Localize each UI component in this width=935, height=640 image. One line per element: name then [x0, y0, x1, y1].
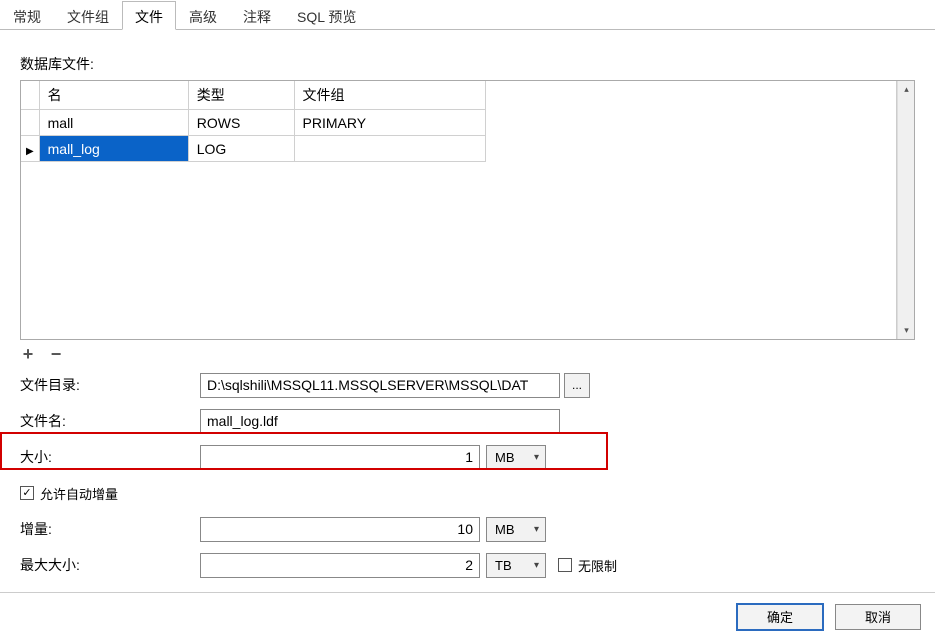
- chevron-down-icon: ▾: [534, 524, 539, 535]
- growth-unit-value: MB: [495, 522, 515, 537]
- tab-bar: 常规 文件组 文件 高级 注释 SQL 预览: [0, 0, 935, 30]
- row-indicator: ▶: [21, 136, 39, 162]
- growth-input[interactable]: [200, 517, 480, 542]
- cell-group[interactable]: [294, 136, 485, 162]
- add-remove-bar: + −: [20, 346, 915, 362]
- maxsize-unit-value: TB: [495, 558, 512, 573]
- grid-header-name[interactable]: 名: [39, 81, 188, 110]
- scroll-down-icon[interactable]: ▾: [898, 322, 915, 339]
- tab-comment[interactable]: 注释: [230, 1, 284, 30]
- table-row[interactable]: ▶ mall_log LOG: [21, 136, 486, 162]
- grid-header-group[interactable]: 文件组: [294, 81, 485, 110]
- add-file-button[interactable]: +: [20, 346, 36, 362]
- allow-autogrow-label: 允许自动增量: [40, 484, 118, 503]
- cell-name[interactable]: mall_log: [39, 136, 188, 162]
- file-name-input[interactable]: [200, 409, 560, 434]
- growth-label: 增量:: [20, 519, 200, 539]
- file-properties-form: 文件目录: ... 文件名: 大小: MB ▾ ✓ 允许自动增量 增量: MB: [20, 372, 915, 578]
- chevron-down-icon: ▾: [534, 452, 539, 463]
- maxsize-input[interactable]: [200, 553, 480, 578]
- tab-advanced[interactable]: 高级: [176, 1, 230, 30]
- grid-corner: [21, 81, 39, 110]
- unlimited-label: 无限制: [578, 556, 617, 575]
- tab-files[interactable]: 文件: [122, 1, 176, 30]
- allow-autogrow-checkbox[interactable]: ✓: [20, 486, 34, 500]
- grid-scrollbar[interactable]: ▴ ▾: [897, 81, 914, 339]
- files-grid-body[interactable]: 名 类型 文件组 mall ROWS PRIMARY ▶ mall_log LO…: [21, 81, 897, 339]
- size-label: 大小:: [20, 447, 200, 467]
- cell-group[interactable]: PRIMARY: [294, 110, 485, 136]
- files-grid: 名 类型 文件组 mall ROWS PRIMARY ▶ mall_log LO…: [20, 80, 915, 340]
- maxsize-unit-select[interactable]: TB ▾: [486, 553, 546, 578]
- maxsize-label: 最大大小:: [20, 555, 200, 575]
- scroll-up-icon[interactable]: ▴: [898, 81, 915, 98]
- cancel-button[interactable]: 取消: [835, 604, 921, 630]
- file-dir-input[interactable]: [200, 373, 560, 398]
- table-row[interactable]: mall ROWS PRIMARY: [21, 110, 486, 136]
- tab-general[interactable]: 常规: [0, 1, 54, 30]
- chevron-down-icon: ▾: [534, 560, 539, 571]
- size-unit-select[interactable]: MB ▾: [486, 445, 546, 470]
- dialog-button-bar: 确定 取消: [0, 592, 935, 640]
- file-name-label: 文件名:: [20, 411, 200, 431]
- unlimited-checkbox[interactable]: [558, 558, 572, 572]
- row-indicator: [21, 110, 39, 136]
- tab-sqlpreview[interactable]: SQL 预览: [284, 1, 369, 30]
- tab-filegroup[interactable]: 文件组: [54, 1, 122, 30]
- cell-type[interactable]: ROWS: [188, 110, 294, 136]
- ok-button[interactable]: 确定: [737, 604, 823, 630]
- file-dir-label: 文件目录:: [20, 375, 200, 395]
- grid-header-type[interactable]: 类型: [188, 81, 294, 110]
- cell-name[interactable]: mall: [39, 110, 188, 136]
- db-files-label: 数据库文件:: [20, 54, 915, 74]
- row-arrow-icon: ▶: [26, 146, 34, 157]
- cell-type[interactable]: LOG: [188, 136, 294, 162]
- size-input[interactable]: [200, 445, 480, 470]
- browse-button[interactable]: ...: [564, 373, 590, 398]
- size-unit-value: MB: [495, 450, 515, 465]
- tab-content-files: 数据库文件: 名 类型 文件组 mall ROWS PRIMARY ▶ m: [0, 30, 935, 578]
- remove-file-button[interactable]: −: [48, 346, 64, 362]
- growth-unit-select[interactable]: MB ▾: [486, 517, 546, 542]
